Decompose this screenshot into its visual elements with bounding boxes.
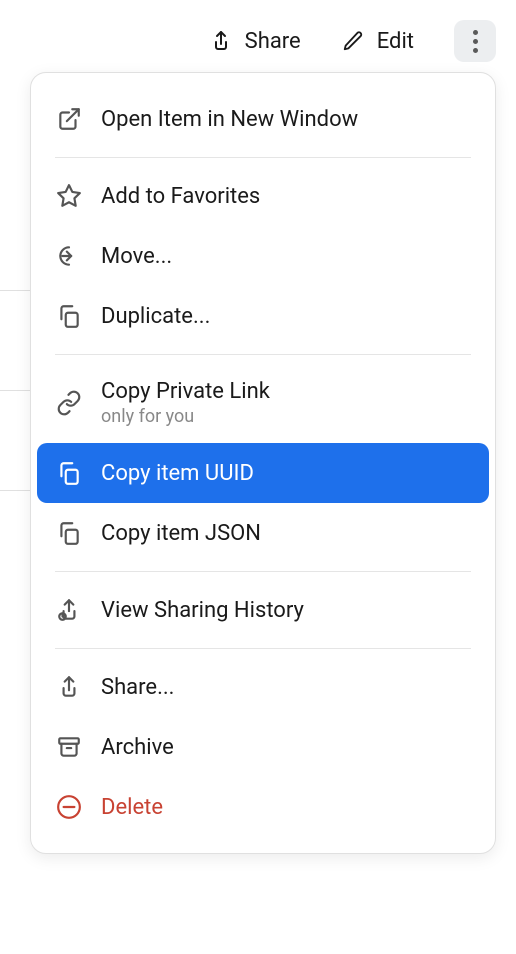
- divider: [55, 571, 471, 572]
- menu-label: Share...: [101, 675, 174, 700]
- link-icon: [55, 389, 83, 417]
- menu-share[interactable]: Share...: [31, 657, 495, 717]
- menu-copy-json[interactable]: Copy item JSON: [31, 503, 495, 563]
- delete-icon: [55, 793, 83, 821]
- pencil-icon: [341, 29, 365, 53]
- menu-copy-uuid[interactable]: Copy item UUID: [37, 443, 489, 503]
- menu-open-new-window[interactable]: Open Item in New Window: [31, 89, 495, 149]
- menu-view-sharing-history[interactable]: View Sharing History: [31, 580, 495, 640]
- menu-copy-private-link[interactable]: Copy Private Link only for you: [31, 363, 495, 443]
- more-vertical-icon: [473, 30, 478, 53]
- star-icon: [55, 182, 83, 210]
- menu-label: Move...: [101, 244, 172, 269]
- copy-icon: [55, 459, 83, 487]
- edit-label: Edit: [377, 29, 414, 54]
- menu-archive[interactable]: Archive: [31, 717, 495, 777]
- dropdown-menu: Open Item in New Window Add to Favorites…: [30, 72, 496, 854]
- copy-icon: [55, 302, 83, 330]
- menu-sublabel: only for you: [101, 406, 270, 427]
- menu-label: Duplicate...: [101, 304, 210, 329]
- share-label: Share: [245, 29, 301, 54]
- toolbar: Share Edit: [0, 0, 516, 72]
- divider: [55, 157, 471, 158]
- menu-duplicate[interactable]: Duplicate...: [31, 286, 495, 346]
- menu-label: Open Item in New Window: [101, 107, 358, 132]
- menu-label: Add to Favorites: [101, 184, 260, 209]
- menu-add-favorites[interactable]: Add to Favorites: [31, 166, 495, 226]
- edit-button[interactable]: Edit: [341, 29, 414, 54]
- menu-label: View Sharing History: [101, 598, 304, 623]
- share-icon: [55, 673, 83, 701]
- move-icon: [55, 242, 83, 270]
- archive-icon: [55, 733, 83, 761]
- menu-label: Copy Private Link: [101, 379, 270, 404]
- menu-label: Copy item UUID: [101, 461, 254, 486]
- divider: [55, 354, 471, 355]
- share-history-icon: [55, 596, 83, 624]
- menu-delete[interactable]: Delete: [31, 777, 495, 837]
- more-button[interactable]: [454, 20, 496, 62]
- menu-label: Copy item JSON: [101, 521, 261, 546]
- share-button[interactable]: Share: [209, 29, 301, 54]
- menu-move[interactable]: Move...: [31, 226, 495, 286]
- menu-label: Archive: [101, 735, 174, 760]
- external-link-icon: [55, 105, 83, 133]
- copy-icon: [55, 519, 83, 547]
- menu-label: Delete: [101, 795, 163, 820]
- divider: [55, 648, 471, 649]
- share-icon: [209, 29, 233, 53]
